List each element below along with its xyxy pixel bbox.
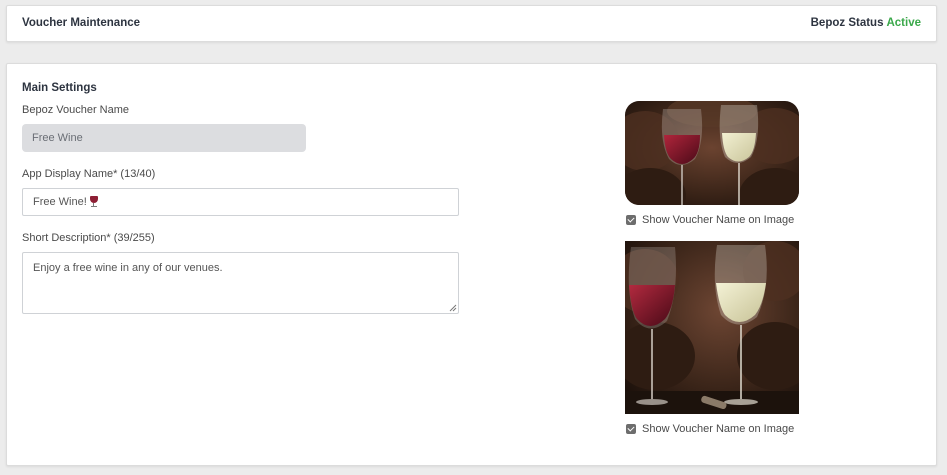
status-indicator: Bepoz Status Active xyxy=(811,17,921,29)
status-label: Bepoz Status xyxy=(810,17,884,29)
wine-glasses-image xyxy=(625,101,799,205)
header-card: Voucher Maintenance Bepoz Status Active xyxy=(6,5,937,42)
short-description-label: Short Description* (39/255) xyxy=(22,232,155,244)
show-name-checkbox[interactable] xyxy=(626,215,636,225)
status-badge: Active xyxy=(886,17,921,29)
voucher-name-field: Free Wine xyxy=(22,124,306,152)
section-title: Main Settings xyxy=(22,82,97,94)
short-description-value: Enjoy a free wine in any of our venues. xyxy=(33,262,223,274)
show-name-checkbox-row[interactable]: Show Voucher Name on Image xyxy=(626,214,794,226)
wine-glasses-image xyxy=(625,241,799,414)
voucher-name-label: Bepoz Voucher Name xyxy=(22,104,130,116)
short-description-textarea[interactable]: Enjoy a free wine in any of our venues. xyxy=(22,252,459,314)
show-name-checkbox-label: Show Voucher Name on Image xyxy=(642,423,795,435)
voucher-image-rounded[interactable] xyxy=(625,101,799,205)
voucher-name-value: Free Wine xyxy=(32,132,83,144)
resize-handle-icon[interactable] xyxy=(449,304,457,312)
wine-glass-icon xyxy=(89,196,98,207)
page-title: Voucher Maintenance xyxy=(22,17,141,29)
display-name-input[interactable]: Free Wine! xyxy=(22,188,459,216)
main-settings-card: Main Settings Bepoz Voucher Name Free Wi… xyxy=(6,63,937,466)
show-name-checkbox-row[interactable]: Show Voucher Name on Image xyxy=(626,423,794,435)
show-name-checkbox[interactable] xyxy=(626,424,636,434)
voucher-image-square[interactable] xyxy=(625,241,799,414)
show-name-checkbox-label: Show Voucher Name on Image xyxy=(642,214,795,226)
display-name-label: App Display Name* (13/40) xyxy=(22,168,156,180)
display-name-value: Free Wine! xyxy=(33,196,87,208)
